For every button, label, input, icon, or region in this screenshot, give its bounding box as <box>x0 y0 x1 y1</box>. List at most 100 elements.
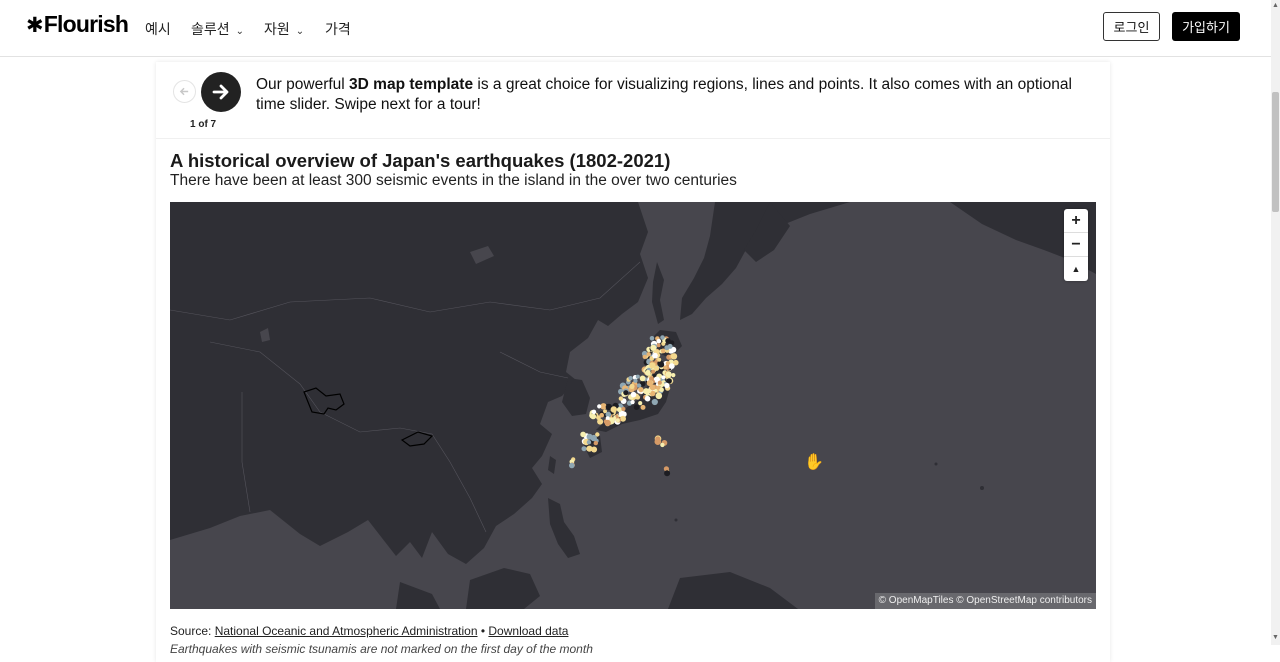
earthquake-point[interactable] <box>656 385 661 390</box>
earthquake-point[interactable] <box>656 338 662 344</box>
earthquake-point[interactable] <box>590 434 597 442</box>
earthquake-point[interactable] <box>621 406 626 412</box>
tour-bar: 1 of 7 Our powerful 3D map template is a… <box>156 62 1110 139</box>
earthquake-point[interactable] <box>658 361 665 368</box>
tour-description: Our powerful 3D map template is a great … <box>256 76 1072 113</box>
land-philippines <box>548 498 580 558</box>
earthquake-point[interactable] <box>623 390 629 396</box>
nav-item-solutions[interactable]: 솔루션 ⌄ <box>191 19 244 39</box>
earthquake-point[interactable] <box>670 353 678 360</box>
earthquake-point[interactable] <box>633 378 638 383</box>
earthquake-point[interactable] <box>646 352 651 357</box>
login-button[interactable]: 로그인 <box>1103 12 1160 41</box>
earthquake-point[interactable] <box>597 418 604 425</box>
earthquake-point[interactable] <box>630 400 635 405</box>
earthquake-point[interactable] <box>633 404 640 410</box>
earthquake-point[interactable] <box>580 431 586 438</box>
asterisk-logo-icon: ✱ <box>26 14 44 37</box>
earthquake-point[interactable] <box>655 392 663 400</box>
zoom-in-button[interactable]: + <box>1064 209 1088 233</box>
footnote: Earthquakes with seismic tsunamis are no… <box>170 642 593 656</box>
earthquake-point[interactable] <box>650 344 657 351</box>
chevron-down-icon: ⌄ <box>295 26 305 37</box>
land-taiwan <box>548 456 556 474</box>
earthquake-point[interactable] <box>628 376 633 381</box>
earthquake-point[interactable] <box>586 440 592 445</box>
earthquake-point[interactable] <box>630 391 637 398</box>
earthquake-point[interactable] <box>591 409 597 415</box>
earthquake-point[interactable] <box>657 357 662 362</box>
earthquake-point[interactable] <box>615 418 620 423</box>
earthquake-point[interactable] <box>599 412 604 418</box>
earthquake-point[interactable] <box>586 445 593 452</box>
earthquake-point[interactable] <box>660 335 665 340</box>
scrollbar-thumb[interactable] <box>1272 92 1279 212</box>
nav-item-resources[interactable]: 자원 ⌄ <box>264 19 304 39</box>
visualization-title: A historical overview of Japan's earthqu… <box>170 150 671 171</box>
earthquake-point[interactable] <box>671 373 676 378</box>
land-sakhalin <box>652 262 664 324</box>
earthquake-point[interactable] <box>661 375 666 380</box>
earthquake-point[interactable] <box>653 365 660 371</box>
earthquake-point[interactable] <box>593 440 598 446</box>
scroll-down-arrow-icon[interactable]: ▼ <box>1272 634 1279 641</box>
pacific-island <box>980 486 984 490</box>
download-data-link[interactable]: Download data <box>488 624 568 638</box>
reset-north-button[interactable]: ▲ <box>1064 257 1088 281</box>
nav-item-examples[interactable]: 예시 <box>145 19 171 39</box>
land-sumatra <box>396 582 440 609</box>
earthquake-point[interactable] <box>638 387 644 393</box>
earthquake-point[interactable] <box>581 446 587 452</box>
previous-slide-button[interactable] <box>173 80 196 103</box>
map-attribution: © OpenMapTiles © OpenStreetMap contribut… <box>874 593 1096 609</box>
earthquake-point[interactable] <box>664 382 670 389</box>
earthquake-point[interactable] <box>668 363 675 369</box>
map-canvas[interactable] <box>170 202 1096 609</box>
earthquake-point[interactable] <box>597 404 602 409</box>
land-borneo <box>466 568 540 609</box>
earthquake-point[interactable] <box>665 338 671 344</box>
earthquake-point[interactable] <box>639 375 646 382</box>
earthquake-point[interactable] <box>590 413 597 420</box>
earthquake-point[interactable] <box>651 398 658 406</box>
earthquake-point[interactable] <box>657 380 662 385</box>
earthquake-point[interactable] <box>629 383 635 389</box>
earthquake-point[interactable] <box>664 470 671 477</box>
earthquake-map[interactable]: + − ▲ ✋ © OpenMapTiles © OpenStreetMap c… <box>170 202 1096 609</box>
source-link-noaa[interactable]: National Oceanic and Atmospheric Adminis… <box>215 624 478 638</box>
earthquake-point[interactable] <box>638 401 643 406</box>
earthquake-point[interactable] <box>652 352 658 359</box>
arrow-right-icon <box>212 84 229 100</box>
earthquake-point[interactable] <box>642 354 647 359</box>
arrow-left-icon <box>179 87 189 96</box>
earthquake-point[interactable] <box>665 371 672 378</box>
earthquake-point[interactable] <box>660 442 665 448</box>
earthquake-point[interactable] <box>635 374 640 379</box>
zoom-out-button[interactable]: − <box>1064 233 1088 257</box>
earthquake-point[interactable] <box>604 419 611 426</box>
nav-item-pricing[interactable]: 가격 <box>325 19 351 39</box>
top-navigation: ✱Flourish 예시 솔루션 ⌄ 자원 ⌄ 가격 로그인 가입하기 <box>0 0 1271 57</box>
flourish-logo[interactable]: ✱Flourish <box>26 11 129 38</box>
next-slide-button[interactable] <box>201 72 241 112</box>
earthquake-point[interactable] <box>647 388 652 394</box>
signup-button[interactable]: 가입하기 <box>1172 12 1240 41</box>
earthquake-point[interactable] <box>651 369 656 374</box>
earthquake-point[interactable] <box>640 404 646 410</box>
earthquake-point[interactable] <box>644 369 651 376</box>
earthquake-point[interactable] <box>655 436 661 442</box>
scroll-up-arrow-icon[interactable]: ▲ <box>1272 2 1279 9</box>
source-line: Source: National Oceanic and Atmospheric… <box>170 624 569 638</box>
earthquake-point[interactable] <box>649 336 655 341</box>
pacific-island <box>934 462 938 466</box>
earthquake-point[interactable] <box>605 416 610 421</box>
earthquake-point[interactable] <box>569 462 575 469</box>
earthquake-point[interactable] <box>610 406 617 413</box>
earthquake-point[interactable] <box>664 345 670 351</box>
earthquake-point[interactable] <box>635 395 641 400</box>
earthquake-point[interactable] <box>656 343 661 348</box>
earthquake-point[interactable] <box>616 407 622 413</box>
earthquake-point[interactable] <box>644 395 651 402</box>
earthquake-point[interactable] <box>618 396 624 401</box>
chevron-down-icon: ⌄ <box>235 26 245 37</box>
